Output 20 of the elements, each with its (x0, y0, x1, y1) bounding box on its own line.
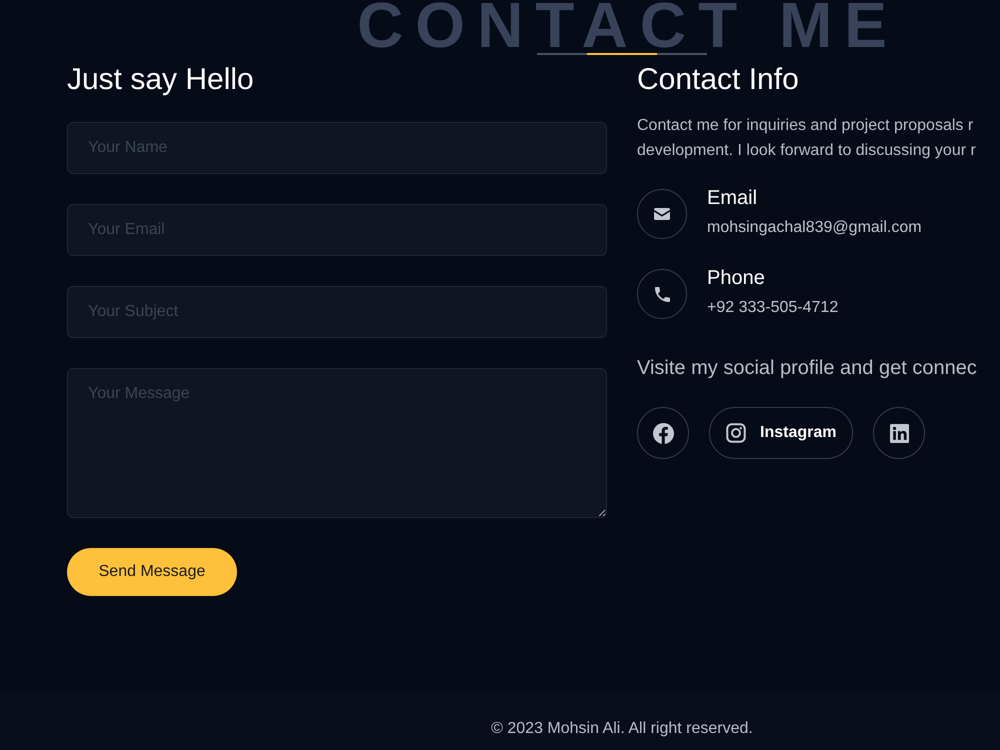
contact-info-title: Contact Info (637, 62, 799, 98)
facebook-link[interactable] (637, 407, 689, 459)
instagram-link[interactable]: Instagram (709, 407, 854, 459)
linkedin-icon (890, 424, 909, 442)
facebook-icon (652, 422, 674, 444)
contact-value: +92 333-505-4712 (707, 298, 838, 318)
envelope-icon (637, 189, 687, 239)
copyright-text: © 2023 Mohsin Ali. All right reserved. (491, 720, 753, 738)
form-title: Just say Hello (67, 62, 254, 98)
contact-description: Contact me for inquiries and project proposals r development. I look forward to discussing your r (637, 116, 976, 161)
contact-label: Phone (707, 266, 765, 291)
linkedin-link[interactable] (873, 407, 926, 459)
contact-label: Email (707, 186, 758, 211)
phone-icon (637, 269, 687, 319)
divider-accent (587, 53, 657, 55)
send-message-button[interactable]: Send Message (67, 548, 237, 596)
instagram-icon (726, 423, 746, 443)
social-heading: Visite my social profile and get connec (637, 356, 977, 381)
section-title-backdrop: CONTACT ME (356, 0, 899, 50)
contact-value: mohsingachal839@gmail.com (707, 218, 922, 238)
